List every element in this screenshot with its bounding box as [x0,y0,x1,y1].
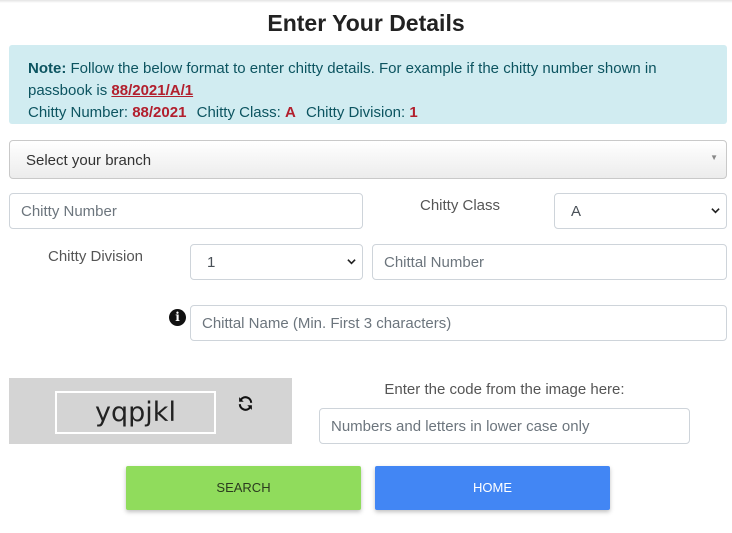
chitty-number-placeholder: Chitty Number [21,203,117,220]
page-title: Enter Your Details [267,10,465,36]
chitty-division-select[interactable]: 1 [190,244,363,280]
chitty-number-input[interactable]: Chitty Number [9,193,363,229]
chitty-class-value: A [571,203,582,220]
captcha-input-placeholder: Numbers and letters in lower case only [331,418,590,435]
chitty-class-label: Chitty Class [420,197,501,214]
branch-select[interactable]: Select your branch ▼ [9,140,727,179]
note-number-label: Chitty Number: [28,104,129,121]
chitty-division-label: Chitty Division [48,248,144,265]
top-shadow [0,0,732,3]
note-line-1: Note: Follow the below format to enter c… [28,58,708,102]
chevron-down-icon [347,259,356,265]
info-icon[interactable]: i [169,309,186,326]
note-example: 88/2021/A/1 [111,82,194,99]
chitty-class-select[interactable]: A [554,193,727,229]
home-button[interactable]: HOME [375,466,610,510]
captcha-image: yqpjkl [55,391,216,434]
caret-down-icon: ▼ [710,153,718,162]
captcha-instruction: Enter the code from the image here: [384,381,625,398]
note-label: Note: [28,60,67,77]
captcha-input[interactable]: Numbers and letters in lower case only [319,408,690,444]
note-class-value: A [284,104,296,121]
captcha-panel: yqpjkl [9,378,292,444]
refresh-icon[interactable] [237,395,254,412]
chittal-name-input[interactable]: Chittal Name (Min. First 3 characters) [190,305,727,341]
note-division-value: 1 [409,104,418,121]
note-class-label: Chitty Class: [196,104,281,121]
chittal-number-input[interactable]: Chittal Number [372,244,727,280]
branch-select-label: Select your branch [26,152,152,169]
chittal-name-placeholder: Chittal Name (Min. First 3 characters) [202,315,452,332]
chevron-down-icon [711,208,720,214]
chittal-number-placeholder: Chittal Number [384,254,485,271]
note-box: Note: Follow the below format to enter c… [9,45,727,124]
note-division-label: Chitty Division: [305,104,406,121]
search-button[interactable]: SEARCH [126,466,361,510]
chitty-division-value: 1 [207,254,216,271]
note-number-value: 88/2021 [132,104,187,121]
note-line-2: Chitty Number: 88/2021 Chitty Class: A C… [28,102,708,124]
